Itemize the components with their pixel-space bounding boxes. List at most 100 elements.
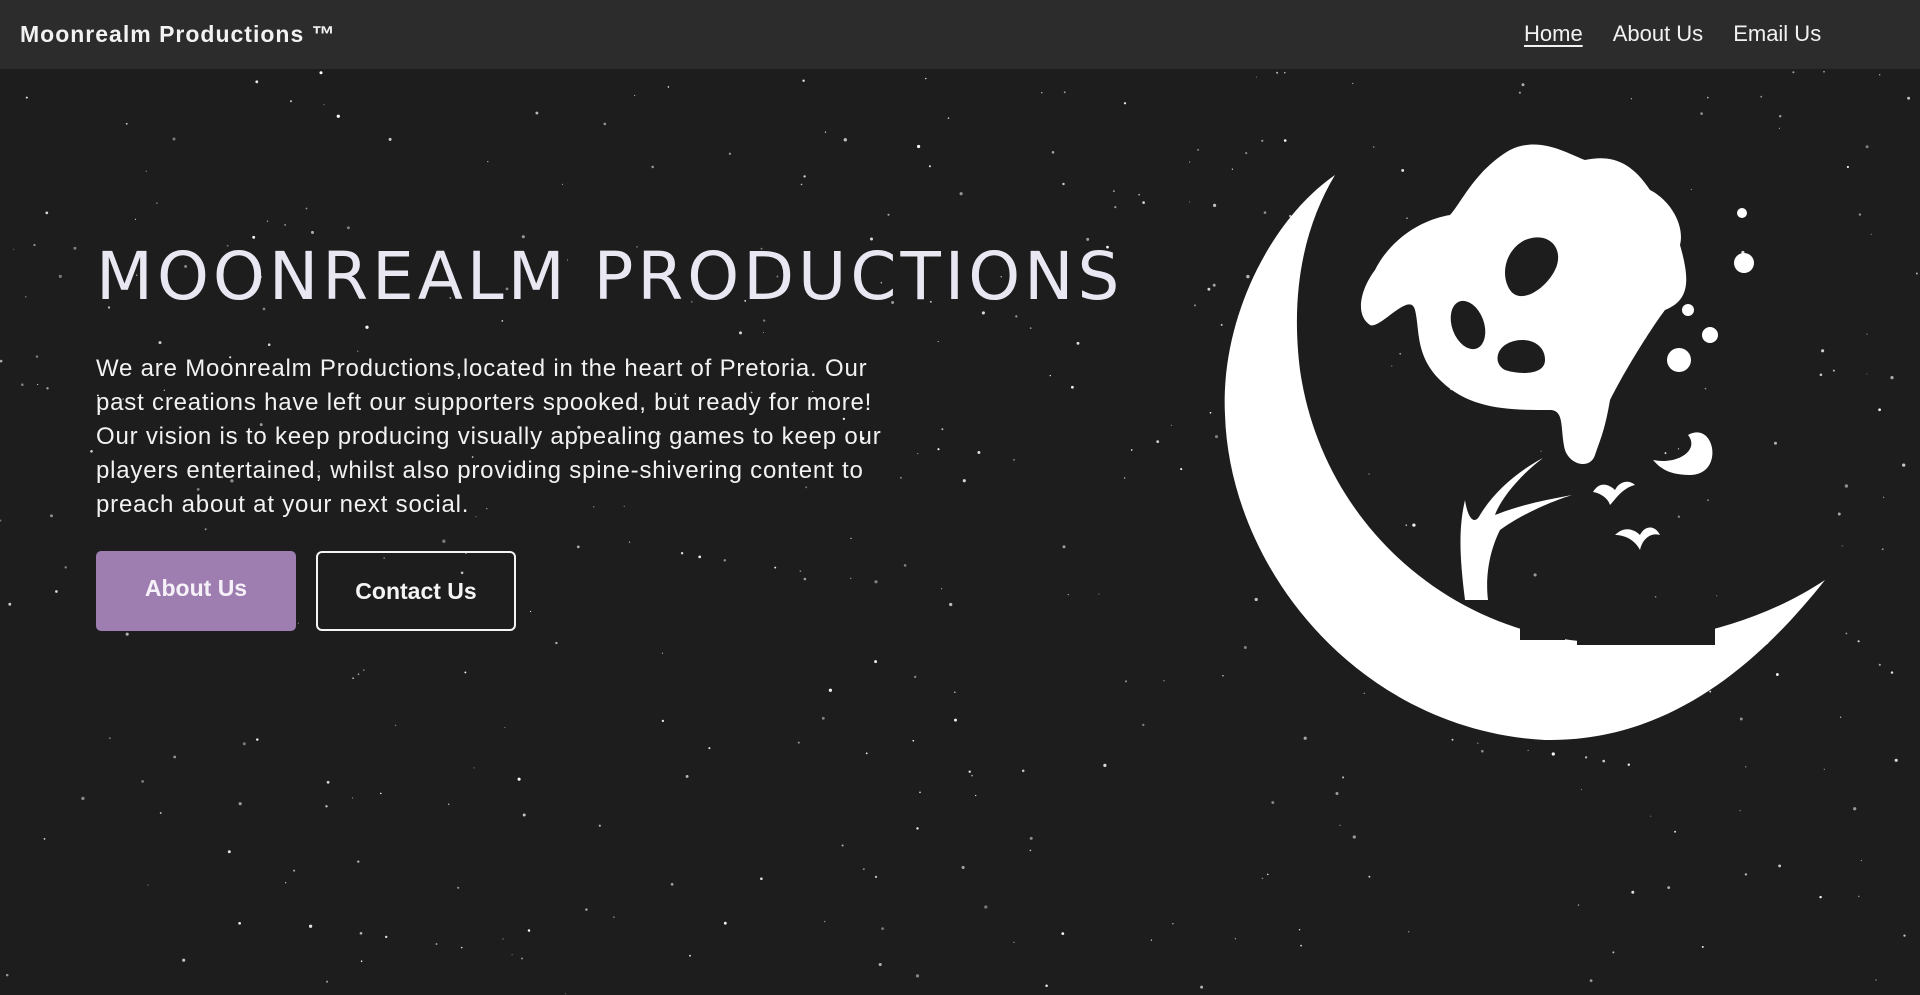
star-dot <box>362 669 365 671</box>
star-dot <box>1071 385 1074 389</box>
nav-link-email-us[interactable]: Email Us <box>1733 21 1821 47</box>
star-dot <box>134 218 137 221</box>
star-dot <box>937 341 939 343</box>
star-dot <box>238 921 241 925</box>
star-dot <box>874 875 878 879</box>
star-dot <box>325 805 328 808</box>
star-dot <box>1841 545 1843 547</box>
star-dot <box>1029 849 1032 852</box>
star-dot <box>284 224 286 226</box>
star-dot <box>797 741 800 744</box>
star-dot <box>954 718 957 722</box>
star-dot <box>109 737 111 739</box>
star-dot <box>1123 102 1127 105</box>
star-dot <box>1041 92 1043 94</box>
star-dot <box>297 622 300 624</box>
star-dot <box>173 755 177 759</box>
star-dot <box>1103 763 1107 767</box>
contact-us-button[interactable]: Contact Us <box>316 551 516 631</box>
tombstone-icon <box>1577 614 1620 645</box>
star-dot <box>1700 112 1703 115</box>
star-dot <box>35 355 39 358</box>
nav-link-home[interactable]: Home <box>1524 21 1583 47</box>
star-dot <box>1907 96 1911 100</box>
star-dot <box>1130 449 1133 451</box>
star-dot <box>1013 941 1015 944</box>
star-dot <box>394 724 397 727</box>
tombstone-icon <box>1620 610 1678 645</box>
star-dot <box>1858 895 1860 898</box>
bat-icon <box>1615 527 1660 550</box>
star-dot <box>1778 127 1780 129</box>
star-dot <box>1845 632 1848 635</box>
hero-description: We are Moonrealm Productions,located in … <box>96 355 882 518</box>
star-dot <box>1527 749 1529 751</box>
star-dot <box>159 812 162 814</box>
about-us-button[interactable]: About Us <box>96 551 296 631</box>
star-dot <box>887 213 890 216</box>
star-dot <box>1551 752 1555 756</box>
star-dot <box>1150 939 1153 941</box>
star-dot <box>323 104 325 106</box>
star-dot <box>529 610 532 613</box>
star-dot <box>357 673 360 675</box>
star-dot <box>850 577 852 579</box>
star-dot <box>1744 873 1748 876</box>
star-dot <box>1197 148 1200 151</box>
star-dot <box>1823 70 1825 73</box>
star-dot <box>774 566 777 569</box>
star-dot <box>13 248 15 250</box>
star-dot <box>1051 151 1055 154</box>
star-dot <box>821 716 825 720</box>
star-dot <box>267 343 271 346</box>
bubble-icon <box>1702 327 1718 343</box>
star-dot <box>1170 424 1173 426</box>
star-dot <box>841 844 844 847</box>
star-dot <box>1518 91 1521 94</box>
star-dot <box>802 79 805 82</box>
star-dot <box>156 202 158 204</box>
star-dot <box>1267 873 1269 876</box>
star-dot <box>435 943 438 945</box>
star-dot <box>501 320 504 322</box>
star-dot <box>0 359 3 363</box>
star-dot <box>1612 951 1615 954</box>
star-dot <box>1076 341 1080 345</box>
star-dot <box>667 86 670 88</box>
star-dot <box>689 954 691 957</box>
star-dot <box>1163 680 1165 682</box>
star-dot <box>576 545 580 549</box>
star-dot <box>43 838 46 840</box>
star-dot <box>739 331 742 335</box>
star-dot <box>46 387 49 390</box>
star-dot <box>1342 776 1345 779</box>
star-dot <box>359 931 363 935</box>
star-dot <box>351 797 354 799</box>
hero-title: MOONREALM PRODUCTIONS <box>96 238 1124 315</box>
star-dot <box>800 183 803 186</box>
star-dot <box>555 641 558 645</box>
nav-link-about-us[interactable]: About Us <box>1613 21 1704 47</box>
star-dot <box>517 777 521 781</box>
star-dot <box>357 860 360 863</box>
star-dot <box>25 296 27 298</box>
star-dot <box>1837 512 1841 516</box>
star-dot <box>1894 758 1898 762</box>
star-dot <box>1778 864 1781 868</box>
star-dot <box>914 675 917 679</box>
star-dot <box>585 908 588 911</box>
star-dot <box>1045 984 1048 987</box>
bubble-icon <box>1737 208 1747 218</box>
star-dot <box>1631 890 1635 894</box>
brand-name[interactable]: Moonrealm Productions ™ <box>20 21 336 48</box>
star-dot <box>527 929 531 932</box>
star-dot <box>1013 459 1015 461</box>
star-dot <box>1271 801 1275 804</box>
star-dot <box>284 882 287 884</box>
star-dot <box>1650 815 1652 817</box>
star-dot <box>1823 768 1825 771</box>
star-dot <box>823 920 826 923</box>
star-dot <box>1063 91 1066 94</box>
star-dot <box>862 868 865 871</box>
star-dot <box>723 559 727 562</box>
